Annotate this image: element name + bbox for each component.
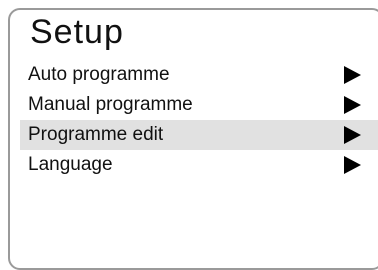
menu-item-manual-programme[interactable]: Manual programme xyxy=(20,90,378,120)
setup-menu-panel: Setup Auto programme Manual programme Pr… xyxy=(8,8,378,270)
menu-item-programme-edit[interactable]: Programme edit xyxy=(20,120,378,150)
menu-item-language[interactable]: Language xyxy=(20,150,378,180)
right-triangle-icon xyxy=(344,156,361,174)
menu-item-label: Manual programme xyxy=(28,94,193,115)
menu-item-label: Programme edit xyxy=(28,124,164,145)
menu-item-label: Language xyxy=(28,154,113,175)
menu-title: Setup xyxy=(30,13,124,51)
setup-menu-list: Auto programme Manual programme Programm… xyxy=(20,60,378,180)
right-triangle-icon xyxy=(344,96,361,114)
menu-item-label: Auto programme xyxy=(28,64,170,85)
right-triangle-icon xyxy=(344,66,361,84)
menu-item-auto-programme[interactable]: Auto programme xyxy=(20,60,378,90)
right-triangle-icon xyxy=(344,126,361,144)
